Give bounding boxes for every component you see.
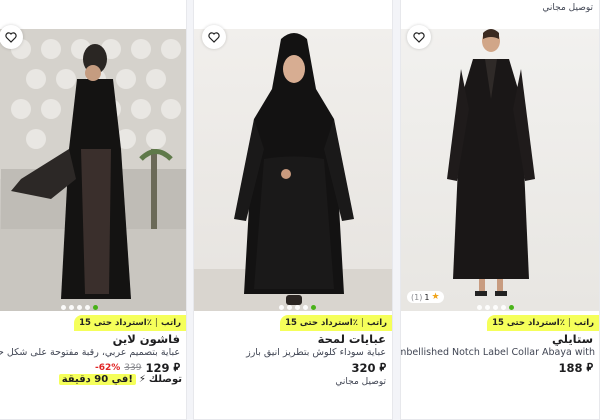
- image-carousel-dots[interactable]: [279, 305, 316, 310]
- product-card[interactable]: توصيل مجاني (1) 1 ★ استرداد حتى 15٪ | را…: [400, 0, 600, 420]
- wishlist-heart-icon[interactable]: [407, 25, 431, 49]
- discount-badge: -62%: [94, 363, 121, 373]
- cashback-badge: استرداد حتى 15٪ | راتب: [487, 315, 599, 331]
- express-delivery: في 90 دقيقة! ⚡ توصلك: [58, 374, 182, 385]
- cashback-brand: راتب: [367, 318, 387, 328]
- riyal-icon: ⃁: [379, 361, 386, 374]
- rating-badge: (1) 1 ★: [407, 291, 444, 303]
- carousel-dot[interactable]: [279, 305, 284, 310]
- carousel-dot[interactable]: [477, 305, 482, 310]
- lightning-bolt-icon: ⚡: [138, 374, 146, 385]
- cashback-badge: استرداد حتى 15٪ | راتب: [74, 315, 186, 331]
- carousel-dot-active[interactable]: [93, 305, 98, 310]
- product-image[interactable]: [194, 29, 392, 311]
- product-image[interactable]: [0, 29, 186, 311]
- express-highlight: في 90 دقيقة!: [58, 374, 136, 385]
- carousel-dot[interactable]: [501, 305, 506, 310]
- product-image[interactable]: [401, 29, 599, 311]
- star-icon: ★: [431, 292, 440, 302]
- cashback-text: استرداد حتى 15٪: [492, 318, 565, 328]
- price-row: 188 ⃁: [558, 361, 593, 375]
- carousel-dot-active[interactable]: [311, 305, 316, 310]
- price-row: 320 ⃁: [351, 361, 386, 375]
- product-name[interactable]: عبايات لمحة: [318, 332, 386, 346]
- price-value: 320: [351, 361, 376, 375]
- product-name[interactable]: فاشون لاين: [113, 332, 180, 346]
- carousel-dot[interactable]: [295, 305, 300, 310]
- express-prefix: توصلك: [148, 374, 182, 385]
- riyal-icon: ⃁: [173, 361, 180, 374]
- price-value: 129: [145, 361, 170, 375]
- product-description[interactable]: Embellished Notch Label Collar Abaya wit…: [401, 347, 595, 358]
- free-delivery-label: توصيل مجاني: [335, 377, 386, 387]
- product-name[interactable]: ستايلي: [552, 332, 593, 346]
- cashback-brand: راتب: [574, 318, 594, 328]
- carousel-dot-active[interactable]: [509, 305, 514, 310]
- image-carousel-dots[interactable]: [61, 305, 98, 310]
- cashback-brand: راتب: [161, 318, 181, 328]
- image-carousel-dots[interactable]: [477, 305, 514, 310]
- old-price: 339: [124, 363, 142, 373]
- product-description[interactable]: عباية بتصميم عربي، رقبة مفتوحة على شكل ح…: [0, 347, 180, 358]
- wishlist-heart-icon[interactable]: [0, 25, 23, 49]
- cashback-badge: استرداد حتى 15٪ | راتب: [280, 315, 392, 331]
- product-card[interactable]: استرداد حتى 15٪ | راتب فاشون لاين عباية …: [0, 0, 187, 420]
- rating-count: (1): [411, 292, 423, 302]
- product-card[interactable]: استرداد حتى 15٪ | راتب عبايات لمحة عباية…: [193, 0, 393, 420]
- carousel-dot[interactable]: [85, 305, 90, 310]
- carousel-dot[interactable]: [77, 305, 82, 310]
- rating-value: 1: [424, 292, 430, 302]
- carousel-dot[interactable]: [61, 305, 66, 310]
- product-grid: استرداد حتى 15٪ | راتب فاشون لاين عباية …: [0, 0, 600, 420]
- price-value: 188: [558, 361, 583, 375]
- cashback-text: استرداد حتى 15٪: [285, 318, 358, 328]
- carousel-dot[interactable]: [69, 305, 74, 310]
- carousel-dot[interactable]: [485, 305, 490, 310]
- free-delivery-label: توصيل مجاني: [542, 3, 593, 13]
- riyal-icon: ⃁: [586, 361, 593, 374]
- price-row: -62% 339 129 ⃁: [95, 361, 180, 375]
- carousel-dot[interactable]: [287, 305, 292, 310]
- product-description[interactable]: عباية سوداء كلوش بتطريز انيق بارز: [246, 347, 386, 358]
- carousel-dot[interactable]: [493, 305, 498, 310]
- carousel-dot[interactable]: [303, 305, 308, 310]
- cashback-text: استرداد حتى 15٪: [79, 318, 152, 328]
- wishlist-heart-icon[interactable]: [202, 25, 226, 49]
